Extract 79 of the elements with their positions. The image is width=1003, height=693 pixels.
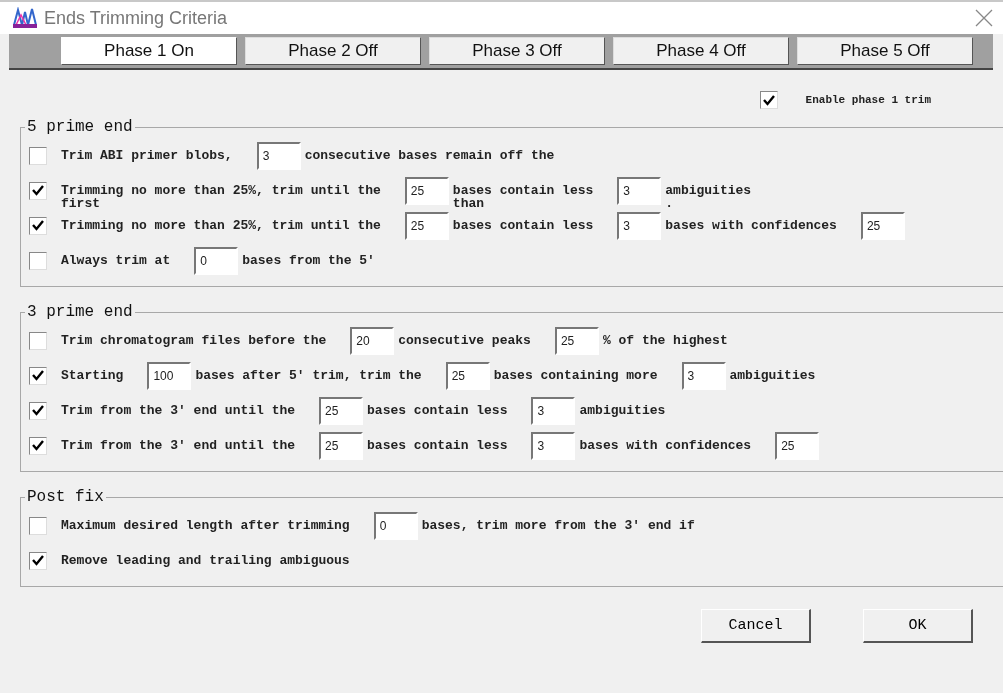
- app-logo-icon: [12, 7, 38, 29]
- option-label: consecutive bases remain off the: [304, 148, 555, 163]
- close-icon[interactable]: [975, 9, 993, 27]
- checkbox[interactable]: [29, 401, 47, 420]
- checkbox[interactable]: [29, 146, 47, 165]
- option-label: bases containing more: [493, 368, 658, 383]
- option-label: Remove leading and trailing ambiguous: [61, 553, 350, 568]
- checkbox[interactable]: [29, 551, 47, 570]
- option-label: Starting: [61, 368, 124, 383]
- option-label: bases from the 5': [242, 253, 375, 268]
- option-label: ambiguities: [729, 368, 816, 383]
- group-title: Post fix: [26, 488, 105, 506]
- phase-tab[interactable]: Phase 1 On: [61, 37, 237, 65]
- option-label: bases, trim more from the 3' end if: [421, 518, 695, 533]
- number-field[interactable]: 25: [404, 176, 449, 205]
- group-title: 5 prime end: [26, 118, 134, 136]
- number-field[interactable]: 25: [445, 361, 490, 390]
- number-field[interactable]: 0: [373, 511, 418, 540]
- checkbox-label: Enable phase 1 trim: [805, 94, 931, 106]
- option-label: ambiguities: [665, 183, 752, 198]
- overflow-text: .: [665, 196, 674, 211]
- checkbox[interactable]: [29, 516, 47, 535]
- check-icon: [32, 370, 44, 381]
- number-field[interactable]: 3: [617, 176, 662, 205]
- phase-tab[interactable]: Phase 4 Off: [613, 37, 789, 65]
- option-label: bases contain less: [452, 218, 594, 233]
- number-field[interactable]: 25: [319, 431, 364, 460]
- option-label: Maximum desired length after trimming: [61, 518, 350, 533]
- check-icon: [762, 94, 775, 106]
- option-label: Always trim at: [61, 253, 171, 268]
- option-label: Trimming no more than 25%, trim until the: [61, 218, 381, 233]
- overflow-text: first: [61, 196, 100, 211]
- overflow-text: than: [452, 196, 485, 211]
- phase-tab[interactable]: Phase 3 Off: [429, 37, 605, 65]
- check-icon: [32, 405, 44, 416]
- checkbox[interactable]: [29, 436, 47, 455]
- phase-tab[interactable]: Phase 5 Off: [797, 37, 973, 65]
- checkbox[interactable]: [29, 331, 47, 350]
- option-label: bases with confidences: [579, 438, 752, 453]
- number-field[interactable]: 25: [319, 396, 364, 425]
- option-label: ambiguities: [579, 403, 666, 418]
- checkbox[interactable]: [29, 251, 47, 270]
- number-field[interactable]: 3: [681, 361, 726, 390]
- option-label: Trim ABI primer blobs,: [61, 148, 233, 163]
- number-field[interactable]: 25: [554, 326, 599, 355]
- number-field[interactable]: 3: [256, 141, 301, 170]
- number-field[interactable]: 3: [617, 211, 662, 240]
- check-icon: [32, 185, 44, 196]
- option-label: % of the highest: [602, 333, 728, 348]
- number-field[interactable]: 3: [531, 396, 576, 425]
- option-label: bases contain less: [367, 438, 508, 453]
- number-field[interactable]: 25: [404, 211, 449, 240]
- option-label: Trim chromatogram files before the: [61, 333, 327, 348]
- checkbox[interactable]: [29, 366, 47, 385]
- option-label: Trimming no more than 25%, trim until the: [61, 183, 381, 198]
- option-label: bases with confidences: [665, 218, 837, 233]
- check-icon: [32, 440, 44, 451]
- number-field[interactable]: 25: [860, 211, 905, 240]
- number-field[interactable]: 0: [194, 246, 239, 275]
- dialog-button[interactable]: Cancel: [701, 609, 811, 643]
- number-field[interactable]: 25: [775, 431, 820, 460]
- checkbox[interactable]: [759, 91, 778, 109]
- option-label: bases contain less: [452, 183, 594, 198]
- check-icon: [32, 220, 44, 231]
- number-field[interactable]: 100: [147, 361, 192, 390]
- option-label: bases contain less: [367, 403, 508, 418]
- check-icon: [32, 555, 44, 566]
- window-title: Ends Trimming Criteria: [44, 7, 229, 29]
- number-field[interactable]: 20: [350, 326, 395, 355]
- dialog-button[interactable]: OK: [863, 609, 973, 643]
- option-label: Trim from the 3' end until the: [61, 403, 296, 418]
- checkbox[interactable]: [29, 216, 47, 235]
- option-label: Trim from the 3' end until the: [61, 438, 296, 453]
- option-label: consecutive peaks: [398, 333, 531, 348]
- phase-tab[interactable]: Phase 2 Off: [245, 37, 421, 65]
- option-label: bases after 5' trim, trim the: [195, 368, 422, 383]
- group-title: 3 prime end: [26, 303, 134, 321]
- number-field[interactable]: 3: [531, 431, 576, 460]
- checkbox[interactable]: [29, 181, 47, 200]
